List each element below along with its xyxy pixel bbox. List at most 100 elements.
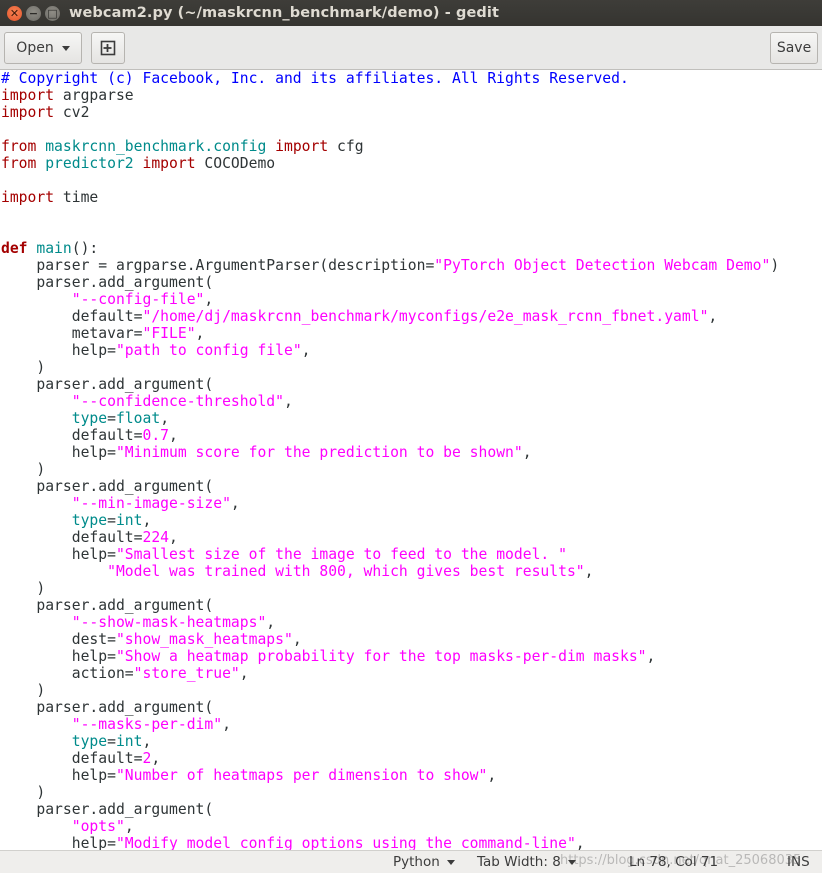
code-token: help= <box>1 835 116 850</box>
code-token: default= <box>1 427 143 444</box>
language-label: Python <box>393 854 440 870</box>
code-token: "--confidence-threshold" <box>71 393 284 410</box>
code-line[interactable]: help="Number of heatmaps per dimension t… <box>1 767 779 784</box>
open-button[interactable]: Open <box>4 32 82 64</box>
code-line[interactable]: ) <box>1 359 779 376</box>
code-line[interactable]: help="Smallest size of the image to feed… <box>1 546 779 563</box>
code-line[interactable]: default=224, <box>1 529 779 546</box>
code-token: , <box>230 495 240 512</box>
code-line[interactable]: ​ <box>1 206 779 223</box>
code-line[interactable]: help="path to config file", <box>1 342 779 359</box>
code-token: import <box>1 104 55 121</box>
code-line[interactable]: "Model was trained with 800, which gives… <box>1 563 779 580</box>
new-document-icon <box>100 40 116 56</box>
new-tab-button[interactable] <box>91 32 125 64</box>
code-token: "show_mask_heatmaps" <box>115 631 293 648</box>
code-token: = <box>107 410 116 427</box>
code-line[interactable]: parser.add_argument( <box>1 597 779 614</box>
code-token: help= <box>1 767 116 784</box>
code-line[interactable]: ) <box>1 461 779 478</box>
code-line[interactable]: import time <box>1 189 779 206</box>
code-token: parser.add_argument( <box>1 597 214 614</box>
chevron-down-icon <box>567 859 576 865</box>
code-line[interactable]: parser.add_argument( <box>1 801 779 818</box>
chevron-down-icon <box>61 45 70 51</box>
code-token: type <box>71 512 108 529</box>
code-line[interactable]: ) <box>1 784 779 801</box>
code-token: dest= <box>1 631 116 648</box>
code-line[interactable]: help="Show a heatmap probability for the… <box>1 648 779 665</box>
code-token: ) <box>1 682 46 699</box>
code-token: , <box>204 291 214 308</box>
code-line[interactable]: ​ <box>1 172 779 189</box>
code-token: from <box>1 155 37 172</box>
code-line[interactable]: "--config-file", <box>1 291 779 308</box>
code-line[interactable]: "opts", <box>1 818 779 835</box>
window-title: webcam2.py (~/maskrcnn_benchmark/demo) -… <box>69 5 500 21</box>
code-line[interactable]: default="/home/dj/maskrcnn_benchmark/myc… <box>1 308 779 325</box>
code-line[interactable]: type=int, <box>1 512 779 529</box>
window-controls: ✕ − □ <box>0 5 60 21</box>
code-line[interactable]: parser = argparse.ArgumentParser(descrip… <box>1 257 779 274</box>
maximize-window-button[interactable]: □ <box>45 5 60 21</box>
code-line[interactable]: "--confidence-threshold", <box>1 393 779 410</box>
code-line[interactable]: parser.add_argument( <box>1 376 779 393</box>
code-line[interactable]: default=2, <box>1 750 779 767</box>
code-token: type <box>71 410 108 427</box>
code-line[interactable]: action="store_true", <box>1 665 779 682</box>
code-token: argparse <box>54 87 134 104</box>
code-line[interactable]: from predictor2 import COCODemo <box>1 155 779 172</box>
code-line[interactable]: metavar="FILE", <box>1 325 779 342</box>
code-line[interactable]: "--min-image-size", <box>1 495 779 512</box>
code-line[interactable]: dest="show_mask_heatmaps", <box>1 631 779 648</box>
code-token: "Show a heatmap probability for the top … <box>115 648 647 665</box>
code-line[interactable]: parser.add_argument( <box>1 478 779 495</box>
code-line[interactable]: ) <box>1 580 779 597</box>
code-line[interactable]: ) <box>1 682 779 699</box>
code-line[interactable]: # Copyright (c) Facebook, Inc. and its a… <box>1 70 779 87</box>
insert-mode: INS <box>787 853 810 871</box>
chevron-down-icon <box>446 859 455 865</box>
code-token: , <box>575 835 585 850</box>
code-token: , <box>222 716 231 733</box>
code-token: (): <box>71 240 99 257</box>
code-line[interactable]: help="Modify model config options using … <box>1 835 779 850</box>
code-token: "path to config file" <box>115 342 302 359</box>
code-line[interactable]: parser.add_argument( <box>1 274 779 291</box>
code-token: , <box>283 393 293 410</box>
code-token: main <box>36 240 72 257</box>
code-token: parser.add_argument( <box>1 478 214 495</box>
code-line[interactable]: import argparse <box>1 87 779 104</box>
code-line[interactable]: type=int, <box>1 733 779 750</box>
minimize-window-button[interactable]: − <box>26 5 41 21</box>
language-selector[interactable]: Python <box>393 853 455 871</box>
code-token: action= <box>1 665 134 682</box>
code-line[interactable]: ​ <box>1 121 779 138</box>
tab-width-selector[interactable]: Tab Width: 8 <box>477 853 576 871</box>
code-line[interactable]: def main(): <box>1 240 779 257</box>
code-token: help= <box>1 648 116 665</box>
code-line[interactable]: type=float, <box>1 410 779 427</box>
code-text[interactable]: # Copyright (c) Facebook, Inc. and its a… <box>1 70 779 850</box>
code-token: int <box>115 733 143 750</box>
code-line[interactable]: import cv2 <box>1 104 779 121</box>
code-line[interactable]: "--masks-per-dim", <box>1 716 779 733</box>
code-token: , <box>487 767 497 784</box>
code-token: "/home/dj/maskrcnn_benchmark/myconfigs/e… <box>142 308 709 325</box>
save-button[interactable]: Save <box>770 32 818 64</box>
code-line[interactable]: ​ <box>1 223 779 240</box>
code-line[interactable]: help="Minimum score for the prediction t… <box>1 444 779 461</box>
code-line[interactable]: parser.add_argument( <box>1 699 779 716</box>
code-line[interactable]: from maskrcnn_benchmark.config import cf… <box>1 138 779 155</box>
code-token: , <box>584 563 594 580</box>
code-token: time <box>54 189 99 206</box>
code-line[interactable]: "--show-mask-heatmaps", <box>1 614 779 631</box>
code-editor[interactable]: # Copyright (c) Facebook, Inc. and its a… <box>0 70 822 850</box>
close-window-button[interactable]: ✕ <box>7 5 22 21</box>
code-token: "--min-image-size" <box>71 495 231 512</box>
code-line[interactable]: default=0.7, <box>1 427 779 444</box>
